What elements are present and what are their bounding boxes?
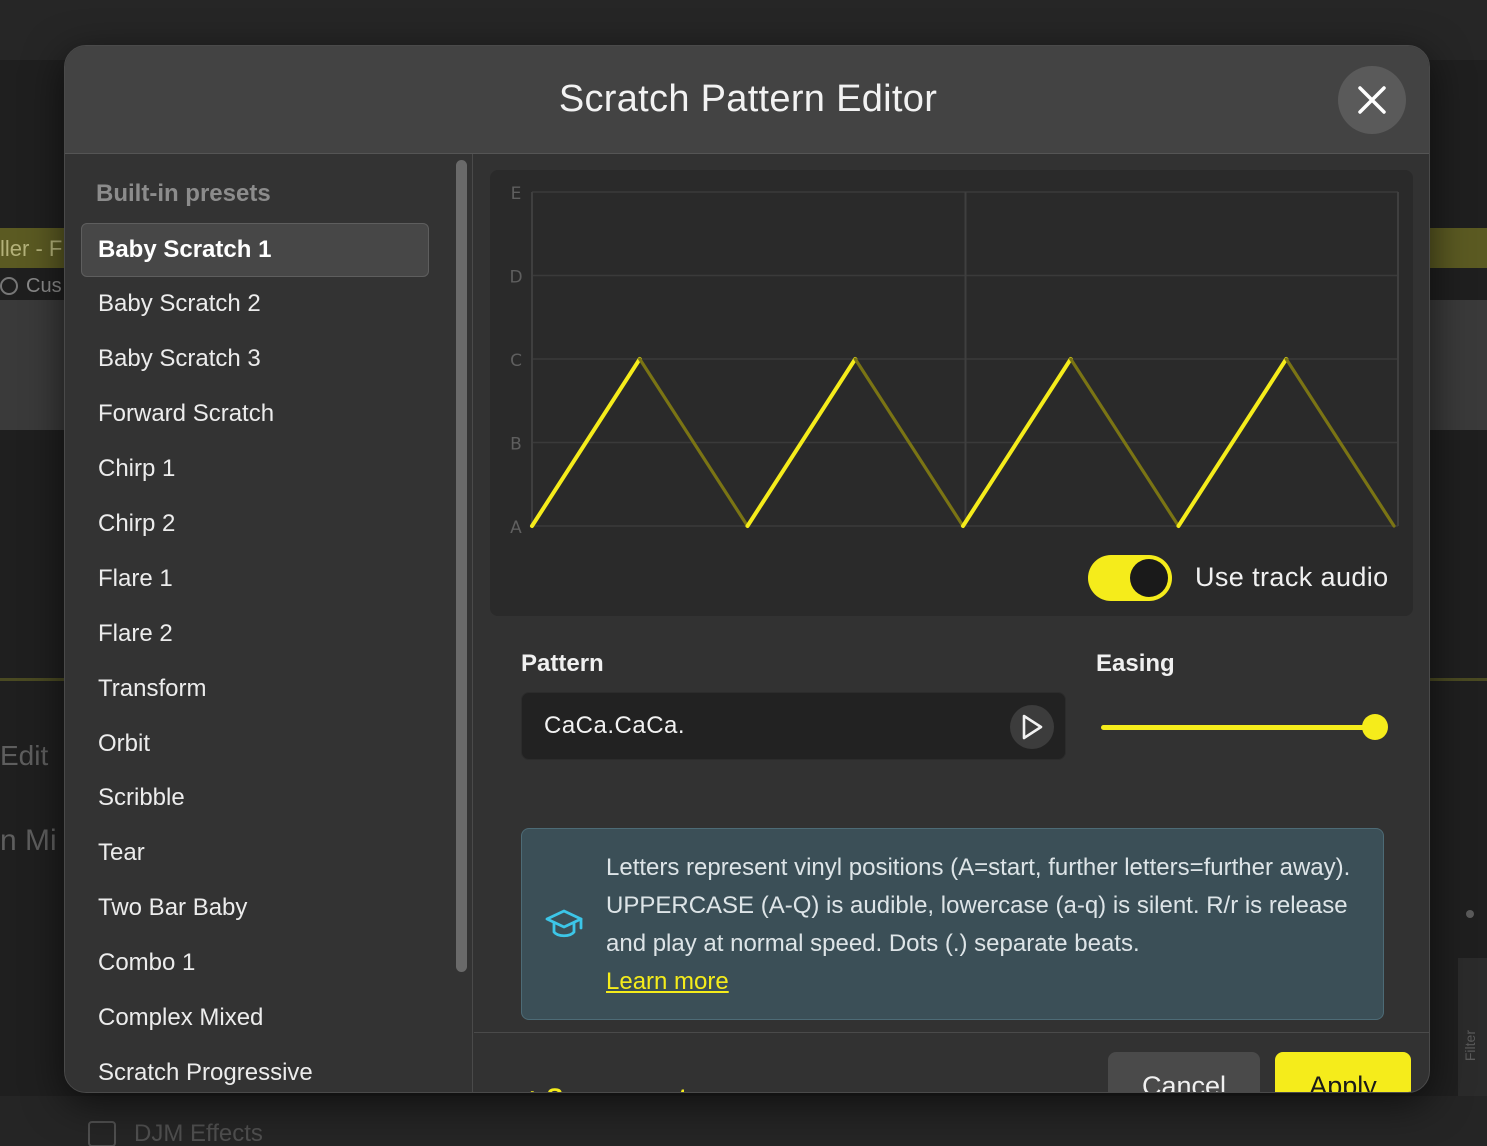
pattern-graph: E D C B A	[509, 184, 1399, 538]
preset-item[interactable]: Baby Scratch 1	[81, 223, 429, 277]
pattern-help-text: Letters represent vinyl positions (A=sta…	[606, 849, 1366, 1001]
bg-custom-icon	[0, 277, 18, 295]
preset-item[interactable]: Flare 1	[81, 551, 429, 606]
position-label: E	[511, 184, 522, 204]
learn-more-link[interactable]: Learn more	[606, 968, 729, 995]
editor-main: E D C B A Use track audio Pattern Easing CaC…	[474, 154, 1429, 1092]
easing-slider[interactable]	[1101, 714, 1391, 744]
preset-item[interactable]: Baby Scratch 3	[81, 332, 429, 387]
bg-track-text: ller - F	[0, 236, 63, 261]
cancel-button[interactable]: Cancel	[1108, 1052, 1260, 1092]
preset-item[interactable]: Transform	[81, 661, 429, 716]
play-pattern-button[interactable]	[1010, 705, 1054, 749]
save-preset-button[interactable]: + Save preset	[525, 1084, 687, 1092]
preset-item[interactable]: Flare 2	[81, 606, 429, 661]
preset-list: Baby Scratch 1 Baby Scratch 2 Baby Scratch…	[81, 223, 429, 1092]
position-label: C	[510, 351, 522, 371]
bg-djm-effects-text: DJM Effects	[134, 1120, 263, 1146]
easing-label: Easing	[1096, 650, 1175, 677]
dialog-header: Scratch Pattern Editor	[65, 46, 1429, 154]
pattern-help-description: Letters represent vinyl positions (A=sta…	[606, 854, 1351, 957]
easing-slider-thumb[interactable]	[1362, 714, 1388, 740]
easing-slider-fill	[1101, 725, 1375, 730]
position-label: B	[510, 435, 522, 455]
bg-dot	[1466, 910, 1474, 918]
preset-item[interactable]: Two Bar Baby	[81, 881, 429, 936]
dialog-title: Scratch Pattern Editor	[558, 78, 938, 120]
bg-cube-icon	[88, 1121, 116, 1146]
preset-item[interactable]: Scribble	[81, 771, 429, 826]
preset-item[interactable]: Tear	[81, 826, 429, 881]
preset-item[interactable]: Forward Scratch	[81, 387, 429, 442]
bg-mix-text: n Mi	[0, 824, 57, 857]
toggle-knob	[1130, 559, 1168, 597]
pattern-field	[521, 692, 1066, 760]
scratch-pattern-editor-dialog: Scratch Pattern Editor Built-in presets …	[64, 45, 1430, 1093]
bg-filter-text: Filter	[1462, 1030, 1478, 1062]
use-track-audio-toggle[interactable]	[1088, 555, 1172, 601]
position-label: A	[510, 518, 522, 538]
preset-item[interactable]: Combo 1	[81, 936, 429, 991]
close-icon	[1358, 86, 1386, 114]
preset-item[interactable]: Orbit	[81, 716, 429, 771]
pattern-input[interactable]	[544, 693, 1004, 759]
preset-item[interactable]: Chirp 1	[81, 442, 429, 497]
preset-sidebar: Built-in presets Baby Scratch 1 Baby Scra…	[65, 154, 473, 1092]
pattern-graph-card: E D C B A Use track audio	[490, 170, 1413, 616]
preset-item[interactable]: Complex Mixed	[81, 991, 429, 1046]
position-label: D	[509, 268, 522, 288]
sidebar-scrollbar-thumb[interactable]	[456, 160, 467, 972]
pattern-help-box: Letters represent vinyl positions (A=sta…	[521, 828, 1384, 1020]
use-track-audio-label: Use track audio	[1195, 562, 1389, 592]
apply-button[interactable]: Apply	[1275, 1052, 1411, 1092]
graduation-cap-icon	[545, 909, 583, 938]
built-in-presets-heading: Built-in presets	[96, 180, 271, 207]
preset-item[interactable]: Scratch Progressive	[81, 1045, 429, 1092]
pattern-label: Pattern	[521, 650, 604, 677]
close-button[interactable]	[1338, 66, 1406, 134]
bg-edit-text: Edit	[0, 740, 49, 771]
preset-item[interactable]: Chirp 2	[81, 497, 429, 552]
bg-custom-text: Cus	[26, 275, 62, 297]
preset-item[interactable]: Baby Scratch 2	[81, 277, 429, 332]
play-icon	[1022, 714, 1043, 740]
